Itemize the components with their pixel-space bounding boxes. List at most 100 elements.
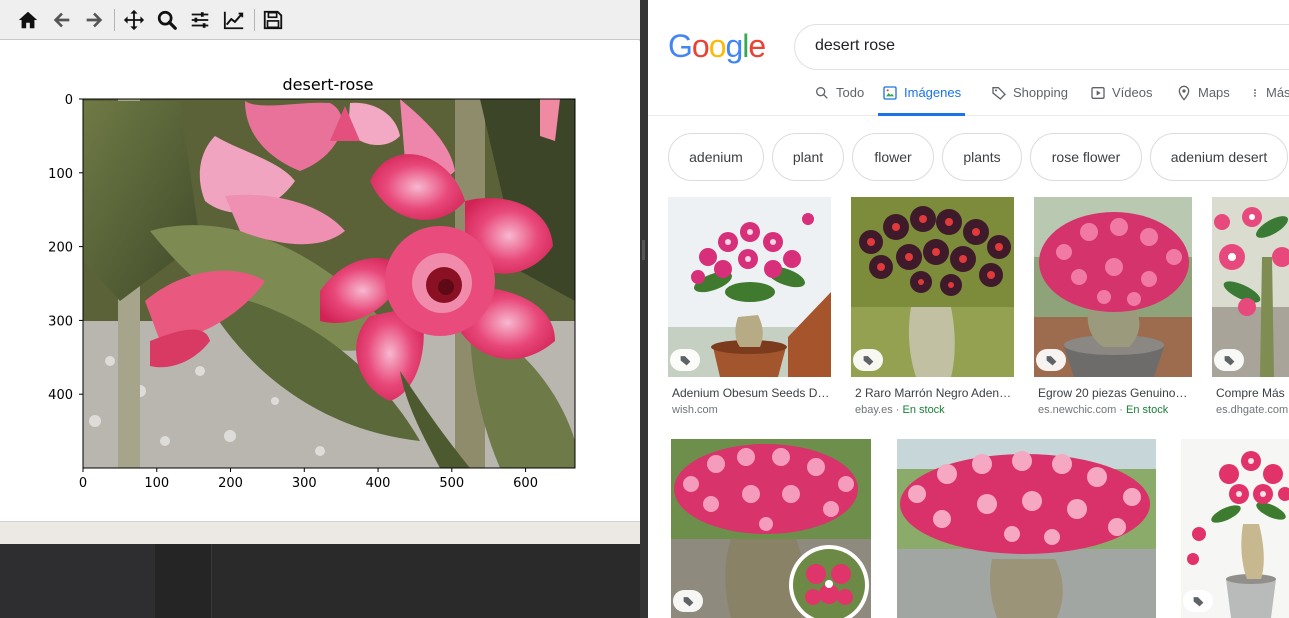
tab-mas[interactable]: Más <box>1250 85 1289 116</box>
google-logo[interactable]: Google <box>668 28 766 65</box>
background-panel <box>211 544 640 618</box>
toolbar-separator <box>254 9 255 31</box>
chip-plant[interactable]: plant <box>772 133 844 181</box>
x-axis: 0 100 200 300 400 500 600 <box>79 468 538 491</box>
resize-grip[interactable] <box>642 240 645 260</box>
chip-label: plants <box>963 149 1001 165</box>
search-input[interactable] <box>815 37 1215 55</box>
move-icon <box>123 9 145 31</box>
chip-adenium[interactable]: adenium <box>668 133 764 181</box>
matplotlib-window: desert-rose 0 100 200 300 400 500 600 0 … <box>0 0 640 544</box>
result-thumbnail[interactable] <box>668 197 831 377</box>
chip-label: rose flower <box>1051 149 1121 165</box>
matplotlib-toolbar <box>0 0 640 40</box>
google-images-page: Google Todo Imágenes Shopping Vídeos <box>648 0 1289 618</box>
result-source: es.newchic.com · En stock <box>1038 404 1198 416</box>
tab-label: Imágenes <box>904 85 962 100</box>
chip-flower[interactable]: flower <box>852 133 934 181</box>
y-tick-label: 400 <box>48 388 73 403</box>
tab-maps[interactable]: Maps <box>1176 85 1230 116</box>
x-tick-label: 300 <box>292 476 317 491</box>
source-domain: ebay.es · <box>855 404 903 416</box>
result-thumbnail[interactable] <box>1212 197 1289 377</box>
result-title[interactable]: 2 Raro Marrón Negro Aden… <box>855 386 1013 400</box>
source-domain: wish.com <box>672 404 718 416</box>
y-tick-label: 200 <box>48 241 73 256</box>
shopping-tag <box>670 349 700 371</box>
search-tabs: Todo Imágenes Shopping Vídeos Maps Más <box>648 72 1289 116</box>
figure-canvas[interactable]: desert-rose 0 100 200 300 400 500 600 0 … <box>0 41 640 521</box>
result-source: es.dhgate.com <box>1216 404 1289 416</box>
pan-button[interactable] <box>120 6 148 34</box>
axes-title: desert-rose <box>283 75 374 94</box>
figure-plot: desert-rose 0 100 200 300 400 500 600 01… <box>48 75 576 491</box>
shopping-tag <box>853 349 883 371</box>
stock-label: En stock <box>1126 404 1169 416</box>
result-title[interactable]: Compre Más <box>1216 386 1289 400</box>
tab-label: Todo <box>836 85 865 100</box>
y-tick-label: 100 <box>48 167 73 182</box>
result-thumbnail[interactable] <box>1181 439 1289 618</box>
y-tick-label: 300 <box>48 314 73 329</box>
save-figure-button[interactable] <box>259 6 287 34</box>
logo-letter: o <box>708 28 727 64</box>
forward-button[interactable] <box>80 6 108 34</box>
result-source: wish.com <box>672 404 830 416</box>
result-title[interactable]: Egrow 20 piezas Genuino… <box>1038 386 1190 400</box>
tab-shopping[interactable]: Shopping <box>991 85 1068 116</box>
tab-label: Shopping <box>1013 85 1068 100</box>
chip-label: adenium <box>689 149 743 165</box>
home-button[interactable] <box>14 6 42 34</box>
tag-icon <box>680 355 690 365</box>
chip-rose-flower[interactable]: rose flower <box>1030 133 1142 181</box>
tab-todo[interactable]: Todo <box>814 85 864 116</box>
x-tick-label: 200 <box>218 476 243 491</box>
logo-letter: g <box>725 28 743 64</box>
x-tick-label: 500 <box>439 476 464 491</box>
chip-adenium-desert[interactable]: adenium desert <box>1150 133 1288 181</box>
arrow-left-icon <box>53 12 70 28</box>
tag-icon <box>683 596 693 606</box>
result-title[interactable]: Adenium Obesum Seeds D… <box>672 386 830 400</box>
toolbar-separator <box>114 9 115 31</box>
tag-icon <box>992 87 1006 100</box>
source-domain: es.dhgate.com <box>1216 404 1289 416</box>
line-chart-icon <box>223 11 244 30</box>
chip-plants[interactable]: plants <box>942 133 1022 181</box>
shopping-tag <box>673 590 703 612</box>
logo-letter: G <box>668 28 693 64</box>
y-axis: 0 100 200 300 400 <box>48 93 83 403</box>
result-thumbnail[interactable] <box>1034 197 1192 377</box>
result-source: ebay.es · En stock <box>855 404 1013 416</box>
background-panel <box>0 544 155 618</box>
window-divider[interactable] <box>640 0 648 618</box>
sliders-icon <box>191 12 209 28</box>
logo-letter: o <box>691 28 710 64</box>
floppy-disk-icon <box>263 10 283 30</box>
play-icon <box>1091 87 1105 99</box>
tag-icon <box>863 355 873 365</box>
shopping-tag <box>1036 349 1066 371</box>
edit-axis-button[interactable] <box>220 6 248 34</box>
tag-icon <box>1193 596 1203 606</box>
background-panel <box>155 544 211 618</box>
tab-imagenes[interactable]: Imágenes <box>878 85 966 116</box>
magnifier-icon <box>157 10 177 30</box>
tag-icon <box>1046 355 1056 365</box>
tab-videos[interactable]: Vídeos <box>1090 85 1152 116</box>
result-thumbnail[interactable] <box>897 439 1156 618</box>
configure-subplots-button[interactable] <box>186 6 214 34</box>
y-tick-label: 0 <box>65 93 73 108</box>
search-box[interactable] <box>794 24 1289 70</box>
zoom-button[interactable] <box>153 6 181 34</box>
source-domain: es.newchic.com · <box>1038 404 1127 416</box>
result-thumbnail[interactable] <box>851 197 1014 377</box>
image-icon <box>883 86 897 100</box>
x-tick-label: 100 <box>144 476 169 491</box>
back-button[interactable] <box>48 6 76 34</box>
result-thumbnail[interactable] <box>671 439 871 618</box>
tag-icon <box>1224 355 1234 365</box>
chip-label: adenium desert <box>1170 149 1268 165</box>
shopping-tag <box>1214 349 1244 371</box>
home-icon <box>18 11 38 29</box>
